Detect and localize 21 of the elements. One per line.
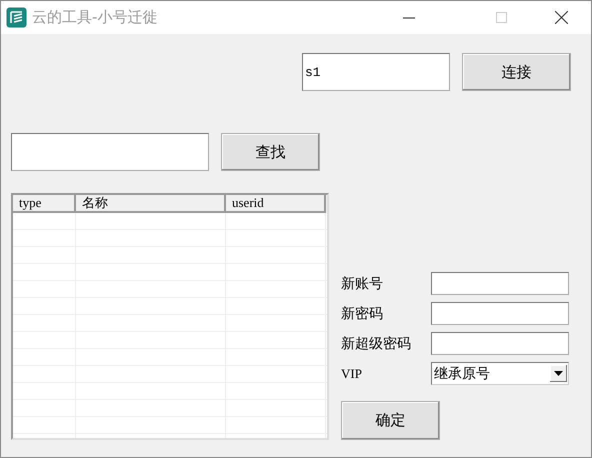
minimize-icon[interactable]: [403, 16, 415, 18]
input-field[interactable]: [431, 332, 569, 355]
dropdown-arrow-icon: [554, 371, 563, 376]
search-button[interactable]: 查找: [221, 133, 320, 171]
vip-dropdown[interactable]: 继承原号: [431, 362, 569, 385]
server-field[interactable]: s1: [302, 53, 450, 91]
column-header[interactable]: userid: [226, 195, 326, 213]
connect-button[interactable]: 连接: [462, 53, 571, 91]
app-icon: [6, 7, 27, 28]
field-label: VIP: [341, 366, 363, 382]
field-label: 新账号: [341, 274, 384, 292]
column-header[interactable]: 名称: [76, 195, 226, 213]
field-label: 新超级密码: [341, 334, 412, 352]
search-field[interactable]: [11, 133, 209, 171]
input-field[interactable]: [431, 302, 569, 325]
confirm-button[interactable]: 确定: [341, 401, 440, 440]
field-label: 新密码: [341, 304, 384, 322]
input-field[interactable]: [431, 272, 569, 295]
window-title: 云的工具-小号迁徙: [32, 8, 158, 27]
close-icon[interactable]: [555, 11, 568, 24]
column-header[interactable]: type: [13, 195, 76, 213]
